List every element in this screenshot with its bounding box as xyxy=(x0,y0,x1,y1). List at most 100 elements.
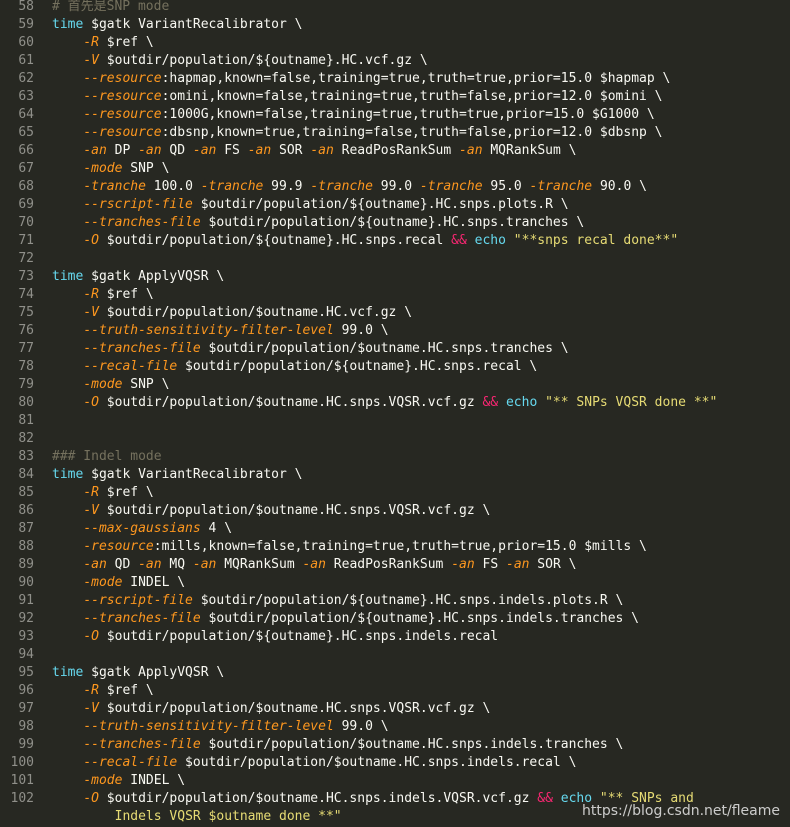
line-number: 64 xyxy=(0,106,34,124)
code-line[interactable]: 75 -V $outdir/population/$outname.HC.vcf… xyxy=(0,304,790,322)
code-line[interactable]: 68 -tranche 100.0 -tranche 99.9 -tranche… xyxy=(0,178,790,196)
token-flag: -V xyxy=(83,503,99,518)
token-text: SNP \ xyxy=(122,377,170,392)
line-number: 93 xyxy=(0,628,34,646)
line-number: 96 xyxy=(0,682,34,700)
code-line[interactable]: 80 -O $outdir/population/$outname.HC.snp… xyxy=(0,394,790,412)
code-line[interactable]: 91 --rscript-file $outdir/population/${o… xyxy=(0,592,790,610)
code-line[interactable]: 84 time $gatk VariantRecalibrator \ xyxy=(0,466,790,484)
token-text: $outdir/population/$outname.HC.snps.inde… xyxy=(98,791,538,806)
line-number: 81 xyxy=(0,412,34,430)
token-flag: -resource xyxy=(83,539,154,554)
token-kw: time xyxy=(52,17,84,32)
line-number: 76 xyxy=(0,322,34,340)
line-number: 91 xyxy=(0,592,34,610)
code-line[interactable]: 92 --tranches-file $outdir/population/${… xyxy=(0,610,790,628)
code-line[interactable]: 79 -mode SNP \ xyxy=(0,376,790,394)
code-line[interactable]: 69 --rscript-file $outdir/population/${o… xyxy=(0,196,790,214)
code-line[interactable]: 96 -R $ref \ xyxy=(0,682,790,700)
code-line[interactable]: 73 time $gatk ApplyVQSR \ xyxy=(0,268,790,286)
code-line[interactable]: 66 -an DP -an QD -an FS -an SOR -an Read… xyxy=(0,142,790,160)
code-line[interactable]: 65 --resource:dbsnp,known=true,training=… xyxy=(0,124,790,142)
token-flag: --tranches-file xyxy=(83,341,201,356)
token-flag: --resource xyxy=(83,107,162,122)
code-line[interactable]: 93 -O $outdir/population/${outname}.HC.s… xyxy=(0,628,790,646)
token-text: SOR \ xyxy=(529,557,577,572)
code-line[interactable]: 70 --tranches-file $outdir/population/${… xyxy=(0,214,790,232)
line-number: 101 xyxy=(0,772,34,790)
token-text: $outdir/population/${outname}.HC.snps.in… xyxy=(98,629,499,644)
code-line[interactable]: 60 -R $ref \ xyxy=(0,34,790,52)
code-line[interactable]: 95 time $gatk ApplyVQSR \ xyxy=(0,664,790,682)
code-line[interactable]: 100 --recal-file $outdir/population/$out… xyxy=(0,754,790,772)
code-line[interactable]: 59 time $gatk VariantRecalibrator \ xyxy=(0,16,790,34)
code-line[interactable]: 76 --truth-sensitivity-filter-level 99.0… xyxy=(0,322,790,340)
code-editor[interactable]: 58 # 首先是SNP mode 59 time $gatk VariantRecal… xyxy=(0,0,790,826)
code-line[interactable]: 62 --resource:hapmap,known=false,trainin… xyxy=(0,70,790,88)
code-line[interactable]: 77 --tranches-file $outdir/population/$o… xyxy=(0,340,790,358)
token-flag: -an xyxy=(451,557,475,572)
line-number: 74 xyxy=(0,286,34,304)
code-line[interactable]: 88 -resource:mills,known=false,training=… xyxy=(0,538,790,556)
code-line[interactable]: 101 -mode INDEL \ xyxy=(0,772,790,790)
token-str: done **" xyxy=(271,809,342,824)
code-line[interactable]: 63 --resource:omini,known=false,training… xyxy=(0,88,790,106)
code-line[interactable]: 89 -an QD -an MQ -an MQRankSum -an ReadP… xyxy=(0,556,790,574)
token-flag: -tranche xyxy=(310,179,373,194)
code-line[interactable]: 71 -O $outdir/population/${outname}.HC.s… xyxy=(0,232,790,250)
token-text: $gatk ApplyVQSR \ xyxy=(83,665,225,680)
line-number: 95 xyxy=(0,664,34,682)
token-text: $outdir/population/$outname.HC.snps.VQSR… xyxy=(98,395,483,410)
code-line[interactable]: 86 -V $outdir/population/$outname.HC.snp… xyxy=(0,502,790,520)
token-text: $outdir/population/$outname.HC.snps.inde… xyxy=(200,737,624,752)
code-line[interactable]: 72 xyxy=(0,250,790,268)
code-line[interactable]: 94 xyxy=(0,646,790,664)
code-line[interactable]: 97 -V $outdir/population/$outname.HC.snp… xyxy=(0,700,790,718)
line-code: -an DP -an QD -an FS -an SOR -an ReadPos… xyxy=(52,142,576,160)
token-text: QD xyxy=(161,143,193,158)
line-number: 88 xyxy=(0,538,34,556)
code-line[interactable]: 61 -V $outdir/population/${outname}.HC.v… xyxy=(0,52,790,70)
token-text: 99.0 \ xyxy=(333,719,389,734)
token-flag: -tranche xyxy=(83,179,146,194)
token-flag: -an xyxy=(83,143,107,158)
code-line[interactable]: 98 --truth-sensitivity-filter-level 99.0… xyxy=(0,718,790,736)
line-number: 77 xyxy=(0,340,34,358)
code-line[interactable]: 85 -R $ref \ xyxy=(0,484,790,502)
code-line[interactable]: 67 -mode SNP \ xyxy=(0,160,790,178)
token-flag: -an xyxy=(302,557,326,572)
token-flag: -an xyxy=(459,143,483,158)
token-flag: -an xyxy=(192,143,217,158)
watermark-text: https://blog.csdn.net/fleame xyxy=(581,803,780,819)
code-line[interactable]: 90 -mode INDEL \ xyxy=(0,574,790,592)
code-line[interactable]: 81 xyxy=(0,412,790,430)
code-line[interactable]: 58 # 首先是SNP mode xyxy=(0,0,790,16)
code-line[interactable]: 78 --recal-file $outdir/population/${out… xyxy=(0,358,790,376)
code-line[interactable]: 83 ### Indel mode xyxy=(0,448,790,466)
token-text: $ref \ xyxy=(98,35,154,50)
token-flag: -tranche xyxy=(419,179,483,194)
line-code: -O $outdir/population/${outname}.HC.snps… xyxy=(52,232,678,250)
token-str: "**snps recal done**" xyxy=(513,233,679,248)
code-line[interactable]: 99 --tranches-file $outdir/population/$o… xyxy=(0,736,790,754)
token-flag: -an xyxy=(83,557,107,572)
code-line[interactable]: 87 --max-gaussians 4 \ xyxy=(0,520,790,538)
code-line[interactable]: 74 -R $ref \ xyxy=(0,286,790,304)
token-flag: -O xyxy=(83,791,99,806)
line-number: 94 xyxy=(0,646,34,664)
token-text: FS xyxy=(216,143,248,158)
token-cm: ### Indel mode xyxy=(52,449,162,464)
code-line[interactable]: 64 --resource:1000G,known=false,training… xyxy=(0,106,790,124)
code-line[interactable]: 82 xyxy=(0,430,790,448)
